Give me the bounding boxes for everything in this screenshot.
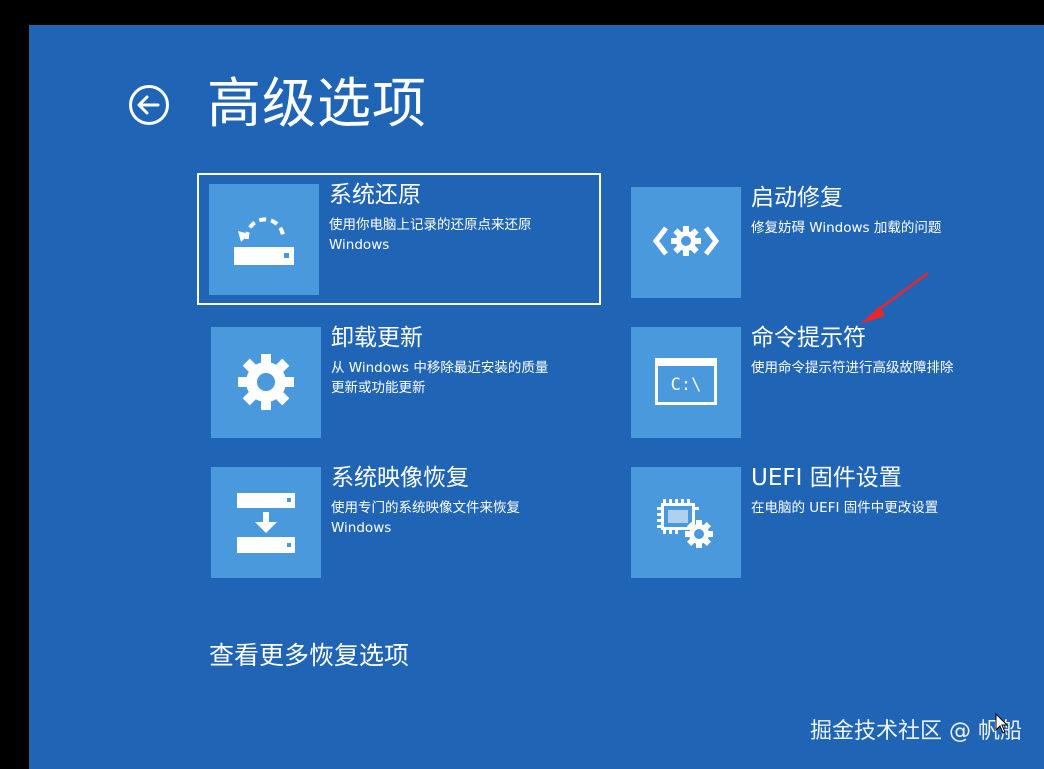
option-title: UEFI 固件设置 [751, 465, 902, 491]
option-title: 系统映像恢复 [331, 465, 469, 491]
mouse-cursor-icon [995, 713, 1009, 734]
option-description-line: 修复妨碍 Windows 加载的问题 [751, 220, 942, 236]
watermark: 掘金技术社区 @ 帆船 [810, 719, 1022, 744]
gear-icon [238, 354, 294, 410]
option-description: 在电脑的 UEFI 固件中更改设置 [751, 498, 1013, 518]
option-tile [209, 184, 319, 295]
option-tile [631, 187, 741, 298]
option-description-line: 使用专门的系统映像文件来恢复 [331, 500, 520, 516]
system-restore-icon [234, 217, 294, 265]
option-uninstall-updates[interactable]: 卸载更新 从 Windows 中移除最近安装的质量 更新或功能更新 [199, 316, 603, 448]
option-title: 启动修复 [751, 185, 843, 211]
option-description-line: 使用你电脑上记录的还原点来还原 [329, 217, 532, 233]
command-prompt-text: C:\ [671, 375, 702, 395]
option-title: 系统还原 [329, 182, 421, 208]
option-description-line: Windows [329, 237, 390, 253]
option-tile [631, 467, 741, 578]
option-system-restore[interactable]: 系统还原 使用你电脑上记录的还原点来还原 Windows [197, 173, 601, 305]
option-description-line: 在电脑的 UEFI 固件中更改设置 [751, 500, 939, 516]
option-system-image-recovery[interactable]: 系统映像恢复 使用专门的系统映像文件来恢复 Windows [199, 456, 603, 588]
recovery-environment-screen: 高级选项 系统还原 使用你电脑上记录的还原点来还原 Windows 启动修复 修… [29, 25, 1044, 769]
option-command-prompt[interactable]: C:\ 命令提示符 使用命令提示符进行高级故障排除 [619, 316, 1023, 448]
uefi-firmware-icon [657, 499, 713, 548]
option-description: 修复妨碍 Windows 加载的问题 [751, 218, 1013, 238]
option-title: 命令提示符 [751, 325, 866, 351]
option-description: 使用命令提示符进行高级故障排除 [751, 358, 1013, 378]
option-description-line: Windows [331, 520, 392, 536]
option-description-line: 更新或功能更新 [331, 380, 426, 396]
option-tile [211, 327, 321, 438]
more-recovery-options-link[interactable]: 查看更多恢复选项 [209, 638, 409, 674]
option-description: 使用你电脑上记录的还原点来还原 Windows [329, 215, 591, 255]
command-prompt-icon: C:\ [655, 358, 717, 405]
back-button[interactable] [128, 84, 170, 126]
option-description-line: 从 Windows 中移除最近安装的质量 [331, 360, 549, 376]
option-description-line: 使用命令提示符进行高级故障排除 [751, 360, 954, 376]
startup-repair-icon [652, 226, 720, 256]
option-tile [211, 467, 321, 578]
option-description: 使用专门的系统映像文件来恢复 Windows [331, 498, 593, 538]
option-description: 从 Windows 中移除最近安装的质量 更新或功能更新 [331, 358, 593, 398]
option-uefi-firmware-settings[interactable]: UEFI 固件设置 在电脑的 UEFI 固件中更改设置 [619, 456, 1023, 588]
option-title: 卸载更新 [331, 325, 423, 351]
system-image-recovery-icon [237, 493, 295, 553]
page-title: 高级选项 [207, 72, 427, 135]
option-tile: C:\ [631, 327, 741, 438]
option-startup-repair[interactable]: 启动修复 修复妨碍 Windows 加载的问题 [619, 176, 1023, 308]
back-arrow-circle-icon [129, 85, 169, 125]
